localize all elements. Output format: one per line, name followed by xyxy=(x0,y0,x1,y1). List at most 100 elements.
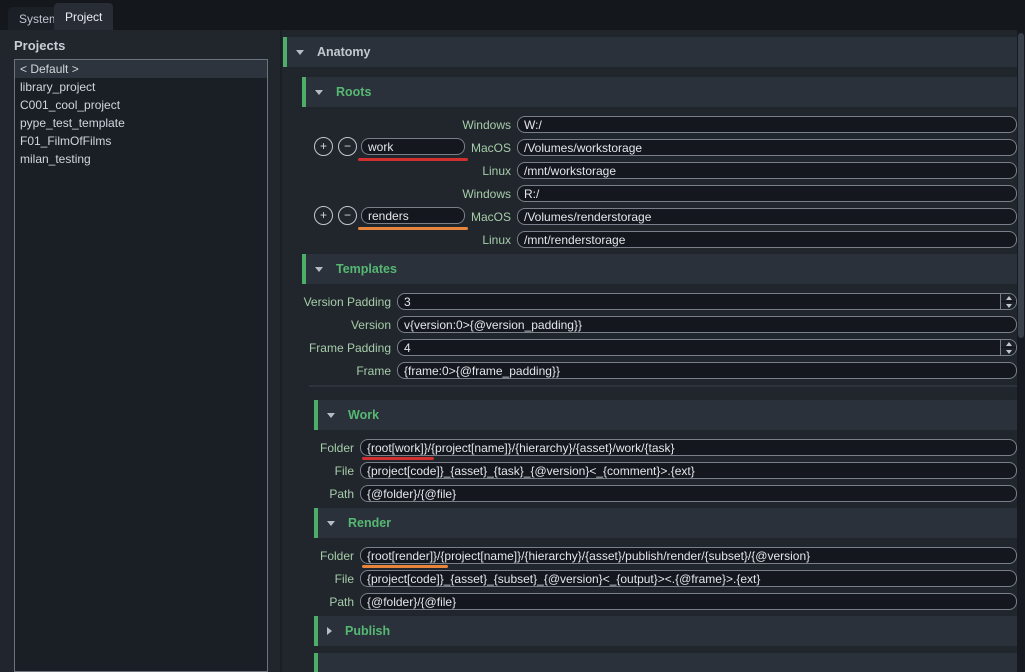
render-file-input[interactable] xyxy=(360,570,1017,587)
spinbox-buttons[interactable] xyxy=(1000,294,1016,309)
collapse-caret-icon xyxy=(315,90,323,95)
field-label: File xyxy=(314,464,360,478)
field-label: Version xyxy=(302,318,397,332)
root-macos-input[interactable] xyxy=(517,208,1017,225)
override-underline xyxy=(358,227,468,230)
project-list[interactable]: < Default > library_project C001_cool_pr… xyxy=(14,59,268,672)
project-list-item-default[interactable]: < Default > xyxy=(15,60,267,78)
root-name-input[interactable] xyxy=(361,207,465,224)
work-section-body: Folder File Path xyxy=(314,430,1017,502)
field-row: Path xyxy=(314,485,1017,502)
field-label: File xyxy=(314,572,360,586)
field-label: Frame xyxy=(302,364,397,378)
field-row: Windows xyxy=(302,185,1017,202)
projects-panel: Projects < Default > library_project C00… xyxy=(0,30,280,672)
collapse-caret-icon xyxy=(315,267,323,272)
work-path-input[interactable] xyxy=(360,485,1017,502)
field-row: Linux xyxy=(302,231,1017,248)
remove-root-button[interactable]: − xyxy=(338,206,357,225)
frame-padding-input[interactable] xyxy=(397,339,1017,356)
root-linux-input[interactable] xyxy=(517,231,1017,248)
field-row: Version xyxy=(302,316,1017,333)
anatomy-panel: Anatomy Roots + − xyxy=(283,30,1017,672)
vertical-scrollbar[interactable] xyxy=(1017,30,1025,672)
field-label: Linux xyxy=(302,164,517,178)
collapse-caret-icon xyxy=(327,521,335,526)
roots-section-header[interactable]: Roots xyxy=(302,77,1017,107)
root-entry-controls: + − xyxy=(314,137,514,158)
scrollbar-thumb[interactable] xyxy=(1018,33,1024,338)
field-row: Frame xyxy=(302,362,1017,379)
publish-section: Publish xyxy=(314,616,1017,672)
root-windows-input[interactable] xyxy=(517,185,1017,202)
roots-section-body: + − Windows MacOS xyxy=(302,107,1017,248)
add-root-button[interactable]: + xyxy=(314,137,333,156)
root-entry-renders: + − Windows MacOS xyxy=(302,185,1017,248)
templates-section-header[interactable]: Templates xyxy=(302,254,1017,284)
modified-underline xyxy=(358,158,468,161)
render-section-body: Folder File Path xyxy=(314,538,1017,610)
anatomy-section-title: Anatomy xyxy=(317,45,370,59)
spin-up-icon[interactable] xyxy=(1001,294,1016,302)
field-label: Folder xyxy=(314,441,360,455)
root-name-input[interactable] xyxy=(361,138,465,155)
field-label: Linux xyxy=(302,233,517,247)
project-list-item[interactable]: C001_cool_project xyxy=(15,96,267,114)
field-row: File xyxy=(314,462,1017,479)
field-label: Folder xyxy=(314,549,360,563)
root-entry-controls: + − xyxy=(314,206,514,227)
publish-section-title: Publish xyxy=(345,624,390,638)
projects-title: Projects xyxy=(14,38,65,53)
field-label: Path xyxy=(314,595,360,609)
modified-underline xyxy=(362,457,434,460)
root-macos-input[interactable] xyxy=(517,139,1017,156)
collapse-caret-icon xyxy=(327,413,335,418)
render-path-input[interactable] xyxy=(360,593,1017,610)
templates-section-body: Version Padding Version Frame Padding xyxy=(302,284,1017,672)
render-folder-input[interactable] xyxy=(360,547,1017,564)
override-underline xyxy=(362,565,448,568)
version-padding-input[interactable] xyxy=(397,293,1017,310)
templates-section-title: Templates xyxy=(336,262,397,276)
root-linux-input[interactable] xyxy=(517,162,1017,179)
content-pane: Projects < Default > library_project C00… xyxy=(0,30,1025,672)
render-section: Render Folder File xyxy=(314,508,1017,610)
render-section-header[interactable]: Render xyxy=(314,508,1017,538)
version-template-input[interactable] xyxy=(397,316,1017,333)
spinbox-buttons[interactable] xyxy=(1000,340,1016,355)
frame-template-input[interactable] xyxy=(397,362,1017,379)
tab-bar: System Project xyxy=(0,0,1025,30)
root-windows-input[interactable] xyxy=(517,116,1017,133)
field-row: Folder xyxy=(314,439,1017,456)
project-list-item[interactable]: pype_test_template xyxy=(15,114,267,132)
field-label: Version Padding xyxy=(302,295,397,309)
field-row: Path xyxy=(314,593,1017,610)
tab-project[interactable]: Project xyxy=(54,3,113,30)
root-entry-work: + − Windows MacOS xyxy=(302,116,1017,179)
work-section-title: Work xyxy=(348,408,379,422)
field-label: Windows xyxy=(302,187,517,201)
expand-caret-icon xyxy=(327,627,332,635)
next-section-header-partial[interactable] xyxy=(314,653,1017,672)
work-folder-input[interactable] xyxy=(360,439,1017,456)
project-list-item[interactable]: library_project xyxy=(15,78,267,96)
anatomy-section-header[interactable]: Anatomy xyxy=(283,37,1017,67)
work-section-header[interactable]: Work xyxy=(314,400,1017,430)
remove-root-button[interactable]: − xyxy=(338,137,357,156)
panel-splitter[interactable] xyxy=(280,30,282,672)
roots-section-title: Roots xyxy=(336,85,371,99)
publish-section-header[interactable]: Publish xyxy=(314,616,1017,646)
project-list-item[interactable]: F01_FilmOfFilms xyxy=(15,132,267,150)
project-list-item[interactable]: milan_testing xyxy=(15,150,267,168)
field-row: Linux xyxy=(302,162,1017,179)
field-label: Frame Padding xyxy=(302,341,397,355)
add-root-button[interactable]: + xyxy=(314,206,333,225)
section-separator xyxy=(309,385,1017,387)
collapse-caret-icon xyxy=(296,50,304,55)
spin-up-icon[interactable] xyxy=(1001,340,1016,348)
field-row: Folder xyxy=(314,547,1017,564)
field-row: Frame Padding xyxy=(302,339,1017,356)
field-row: Windows xyxy=(302,116,1017,133)
field-row: File xyxy=(314,570,1017,587)
work-file-input[interactable] xyxy=(360,462,1017,479)
